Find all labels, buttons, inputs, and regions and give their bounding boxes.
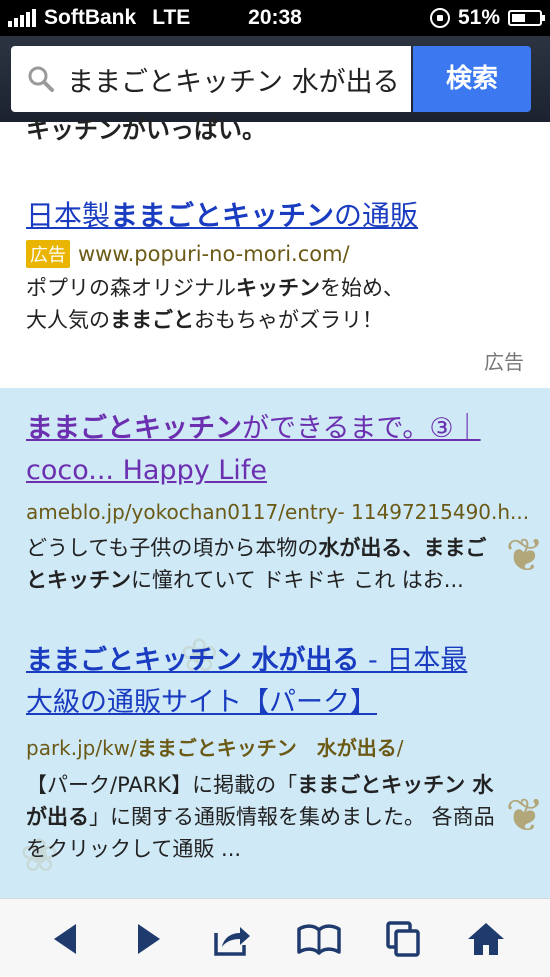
ad-desc-text: を始め、: [320, 276, 404, 300]
result-title-link[interactable]: ままごとキッチンができるまで。③｜ coco... Happy Life: [26, 408, 526, 492]
status-right: 51%: [429, 6, 545, 30]
battery-percent: 51%: [457, 6, 500, 29]
result-desc-text: 」に関する通販情報を集めました。 各商品: [89, 805, 495, 829]
result-desc-text: に憧れていて ドキドキ これ はお...: [131, 568, 464, 592]
result-url-text: park.jp/kw/: [26, 736, 137, 760]
result-desc-text: をクリックして通販 ...: [26, 837, 242, 861]
result-title-text: - 日本最: [359, 645, 468, 676]
ad-url-row: 広告 www.popuri-no-mori.com/: [26, 240, 350, 268]
rotation-lock-icon: [429, 8, 450, 28]
ad-title-part: の通販: [334, 199, 419, 232]
result-item: ままごとキッチンができるまで。③｜ coco... Happy Life ame…: [26, 408, 530, 596]
result-desc-keyword: ままごとキッチン 水: [297, 773, 494, 797]
ad-title-link[interactable]: 日本製ままごとキッチンの通販: [26, 194, 418, 234]
result-title-link[interactable]: ままごとキッチン 水が出る - 日本最 大級の通販サイト【パーク】: [26, 640, 526, 724]
result-desc-text: どうしても子供の頃から本物の: [26, 536, 319, 560]
home-icon[interactable]: [466, 921, 506, 957]
result-url-keyword: ままごとキッチン 水が出る: [136, 736, 397, 760]
tabs-icon[interactable]: [384, 921, 424, 957]
ad-title-part: 日本製: [26, 199, 111, 232]
result-description: どうしても子供の頃から本物の水が出る、ままご とキッチンに憧れていて ドキドキ …: [26, 532, 526, 596]
result-title-text: coco... Happy Life: [26, 455, 267, 486]
ad-desc-text: ポプリの森オリジナル: [26, 276, 236, 300]
ad-url: www.popuri-no-mori.com/: [78, 242, 350, 266]
result-desc-keyword: とキッチン: [26, 568, 131, 592]
result-title-keyword: ままごとキッチン: [26, 413, 242, 444]
result-desc-keyword: が出る: [26, 805, 89, 829]
search-icon: [28, 66, 54, 92]
result-url: ameblo.jp/yokochan0117/entry- 1149721549…: [26, 500, 530, 524]
ad-desc-text: おもちゃがズラリ！: [194, 308, 383, 332]
browser-toolbar: [0, 898, 550, 977]
ad-result: キッチンがいっぱい。 日本製ままごとキッチンの通販 広告 www.popuri-…: [0, 116, 550, 388]
search-button[interactable]: 検索: [413, 46, 531, 112]
clock: 20:38: [248, 6, 302, 29]
back-icon[interactable]: [46, 921, 86, 957]
search-input[interactable]: ままごとキッチン 水が出る: [11, 46, 411, 112]
ad-desc-text: 大人気の: [26, 308, 110, 332]
result-desc-keyword: 水が出る、まま: [318, 536, 466, 560]
ad-label: 広告: [484, 350, 524, 374]
ad-badge: 広告: [26, 240, 70, 268]
ad-desc-keyword: キッチン: [236, 276, 320, 300]
result-title-text: ができるまで。③｜: [242, 413, 481, 444]
ad-desc-keyword: ままごと: [110, 308, 194, 332]
result-desc-keyword: ご: [465, 536, 487, 560]
share-icon[interactable]: [212, 921, 252, 957]
result-title-text: 大級の通販サイト【パーク】: [26, 687, 377, 718]
result-item: ままごとキッチン 水が出る - 日本最 大級の通販サイト【パーク】 park.j…: [26, 640, 526, 865]
ad-description: ポプリの森オリジナルキッチンを始め、 大人気のままごとおもちゃがズラリ！: [26, 272, 526, 336]
search-results: ❦ ❦ ❀ ❀ ままごとキッチンができるまで。③｜ coco... Happy …: [0, 388, 550, 898]
ad-cut-text: キッチンがいっぱい。: [26, 116, 266, 144]
result-url-text: /: [396, 736, 404, 760]
ad-title-keyword: ままごとキッチン: [110, 199, 335, 232]
status-bar: SoftBank LTE 20:38 51%: [0, 0, 550, 36]
result-desc-text: 【パーク/PARK】に掲載の「: [26, 773, 298, 797]
result-title-keyword: ままごとキッチン 水が出る: [26, 645, 360, 676]
result-description: 【パーク/PARK】に掲載の「ままごとキッチン 水 が出る」に関する通販情報を集…: [26, 769, 526, 865]
search-query: ままごとキッチン 水が出る: [67, 67, 400, 98]
result-url: park.jp/kw/ままごとキッチン 水が出る/: [26, 732, 526, 761]
bookmarks-icon[interactable]: [296, 921, 342, 957]
forward-icon[interactable]: [128, 921, 168, 957]
battery-icon: [508, 10, 545, 26]
